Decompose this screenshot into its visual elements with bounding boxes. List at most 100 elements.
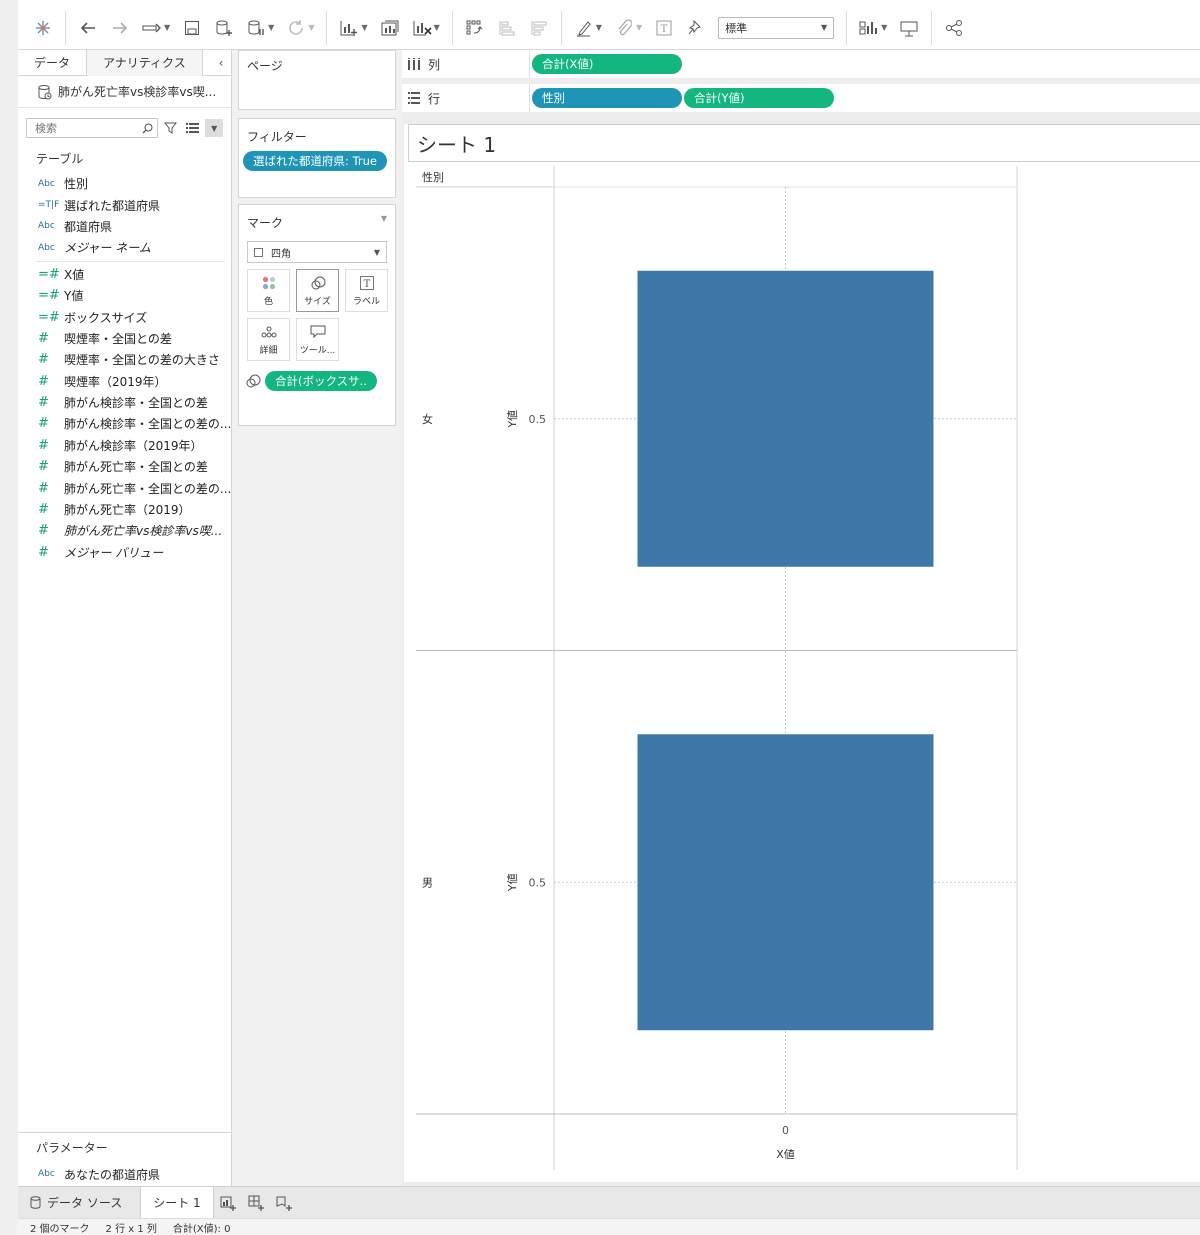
measure-type-icon: #: [38, 459, 49, 475]
clear-sheet-icon[interactable]: [411, 17, 433, 39]
text-label-icon: T: [359, 274, 374, 292]
redo-icon[interactable]: [109, 17, 131, 39]
replay-icon[interactable]: [141, 17, 163, 39]
mark-type-select[interactable]: 四角 ▼: [247, 241, 387, 263]
group-paperclip-icon[interactable]: [613, 17, 635, 39]
measure-field[interactable]: =# Y値: [18, 285, 231, 306]
fit-select[interactable]: 標準 ▼: [718, 16, 835, 39]
sort-ascending-icon[interactable]: [496, 17, 518, 39]
toolbar-separator: [451, 10, 453, 45]
measure-field[interactable]: # 肺がん検診率（2019年）: [18, 435, 231, 456]
dimension-field[interactable]: Abc 都道府県: [18, 216, 231, 237]
refresh-icon[interactable]: [285, 17, 307, 39]
detail-button[interactable]: 詳細: [247, 318, 290, 361]
label-button[interactable]: T ラベル: [345, 269, 388, 312]
new-worksheet-tab-icon[interactable]: [214, 1189, 242, 1217]
sort-descending-icon[interactable]: [528, 17, 550, 39]
tab-data[interactable]: データ: [18, 50, 88, 76]
show-me-caret[interactable]: ▼: [881, 23, 887, 32]
measure-field[interactable]: =# X値: [18, 264, 231, 285]
presentation-mode-icon[interactable]: [898, 17, 920, 39]
size-button[interactable]: サイズ: [296, 269, 339, 312]
dimension-list: Abc 性別 =T|F 選ばれた都道府県 Abc 都道府県 Abc メジャー ネーム: [18, 173, 231, 259]
color-dots-icon: [262, 274, 276, 292]
filter-pill[interactable]: 選ばれた都道府県: True: [243, 151, 387, 171]
column-pill-x[interactable]: 合計(X値): [532, 54, 682, 74]
view-dropdown-icon[interactable]: ▼: [205, 119, 223, 137]
rows-label: 行: [428, 91, 441, 106]
size-encoding-row: 合計(ボックスサ..: [239, 361, 395, 391]
new-story-tab-icon[interactable]: [270, 1189, 298, 1217]
search-input[interactable]: [35, 121, 135, 135]
measure-field[interactable]: # 肺がん検診率・全国との差: [18, 392, 231, 413]
measure-field[interactable]: # 肺がん死亡率・全国との差: [18, 456, 231, 477]
measure-field[interactable]: # 喫煙率・全国との差の大きさ: [18, 349, 231, 370]
pin-icon[interactable]: [685, 17, 707, 39]
dimension-field[interactable]: =T|F 選ばれた都道府県: [18, 194, 231, 215]
measure-field[interactable]: # 喫煙率・全国との差: [18, 328, 231, 349]
save-icon[interactable]: [181, 17, 203, 39]
measure-field[interactable]: # 肺がん死亡率（2019）: [18, 499, 231, 520]
measure-type-icon: #: [38, 480, 49, 496]
measure-field[interactable]: # 喫煙率（2019年）: [18, 371, 231, 392]
swap-rows-columns-icon[interactable]: [464, 17, 486, 39]
measure-field[interactable]: # メジャー バリュー: [18, 542, 231, 563]
canvas-area: 列 合計(X値) 行 性別 合計(Y値) シート 1 性別女 Y値 0.5 男 Y値 0.…: [402, 50, 1200, 1186]
measure-field[interactable]: # 肺がん死亡率vs検診率vs喫...: [18, 520, 231, 541]
dimension-field[interactable]: Abc 性別: [18, 173, 231, 194]
datasource-pause-icon[interactable]: [245, 17, 267, 39]
field-search-box[interactable]: [26, 118, 158, 138]
field-name: 肺がん死亡率・全国との差の...: [64, 481, 231, 496]
row-pill-gender[interactable]: 性別: [532, 88, 682, 108]
worksheet-view: シート 1 性別女 Y値 0.5 男 Y値 0.5 0 X値: [404, 124, 1200, 1182]
color-button[interactable]: 色: [247, 269, 290, 312]
show-me-icon[interactable]: [858, 17, 880, 39]
datasource-dropdown-caret[interactable]: ▼: [268, 23, 274, 32]
new-worksheet-icon[interactable]: [338, 17, 360, 39]
new-datasource-icon[interactable]: [213, 17, 235, 39]
view-list-icon[interactable]: [184, 119, 202, 137]
measure-field[interactable]: =# ボックスサイズ: [18, 306, 231, 327]
new-dashboard-tab-icon[interactable]: [242, 1189, 270, 1217]
highlight-caret[interactable]: ▼: [596, 23, 602, 32]
duplicate-sheet-icon[interactable]: [379, 17, 401, 39]
tab-analytics[interactable]: アナリティクス: [87, 50, 203, 76]
refresh-dropdown-caret[interactable]: ▼: [308, 23, 314, 32]
status-dimensions: 2 行 x 1 列: [105, 1223, 157, 1235]
measure-field[interactable]: # 肺がん死亡率・全国との差の...: [18, 477, 231, 498]
group-caret[interactable]: ▼: [636, 23, 642, 32]
pages-title: ページ: [247, 59, 283, 73]
filter-icon[interactable]: [162, 119, 180, 137]
dimension-field[interactable]: Abc メジャー ネーム: [18, 237, 231, 258]
datasource-tab[interactable]: データ ソース: [18, 1187, 134, 1219]
marks-menu-icon[interactable]: ▼: [381, 214, 387, 231]
clear-sheet-caret[interactable]: ▼: [434, 23, 440, 32]
tableau-logo-icon[interactable]: [32, 17, 54, 39]
size-field-pill[interactable]: 合計(ボックスサ..: [265, 371, 377, 391]
parameter-item[interactable]: Abc あなたの都道府県: [18, 1162, 231, 1186]
sheet-tab[interactable]: シート 1: [140, 1186, 214, 1219]
field-name: 選ばれた都道府県: [64, 198, 161, 213]
highlight-icon[interactable]: [573, 17, 595, 39]
tooltip-button[interactable]: ツール...: [296, 318, 339, 361]
toolbar: ▼ ▼ ▼ ▼ ▼ ▼ ▼ T 標準 ▼ ▼: [18, 6, 1200, 50]
undo-icon[interactable]: [77, 17, 99, 39]
new-worksheet-caret[interactable]: ▼: [361, 23, 367, 32]
marks-header: マーク ▼: [239, 205, 395, 237]
columns-shelf[interactable]: 列 合計(X値): [402, 50, 1200, 78]
pages-card[interactable]: ページ: [238, 50, 396, 110]
replay-dropdown-caret[interactable]: ▼: [164, 23, 170, 32]
svg-text:T: T: [363, 279, 370, 290]
share-icon[interactable]: [943, 17, 965, 39]
datasource-item[interactable]: 肺がん死亡率vs検診率vs喫...: [18, 76, 231, 108]
chart-svg[interactable]: 性別女 Y値 0.5 男 Y値 0.5 0 X値: [404, 124, 1200, 1182]
show-labels-icon[interactable]: T: [653, 17, 675, 39]
row-pill-y[interactable]: 合計(Y値): [684, 88, 834, 108]
size-encoding-icon: [246, 374, 261, 388]
size-circles-icon: [310, 274, 326, 292]
field-name: 肺がん検診率・全国との差の...: [64, 417, 231, 432]
collapse-pane-icon[interactable]: ‹: [211, 50, 231, 75]
filters-card[interactable]: フィルター 選ばれた都道府県: True: [238, 118, 396, 198]
measure-field[interactable]: # 肺がん検診率・全国との差の...: [18, 413, 231, 434]
rows-shelf[interactable]: 行 性別 合計(Y値): [402, 84, 1200, 112]
